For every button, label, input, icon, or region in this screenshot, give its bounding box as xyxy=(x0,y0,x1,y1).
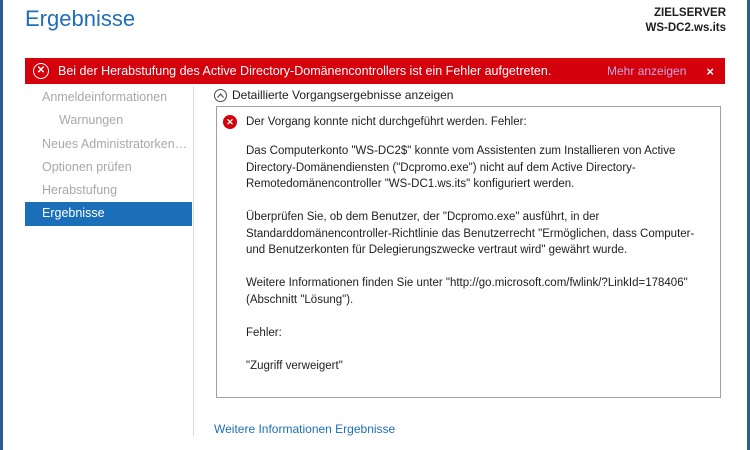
more-info-link[interactable]: Weitere Informationen Ergebnisse xyxy=(214,422,395,436)
error-circle-icon: ✕ xyxy=(33,63,49,79)
result-paragraph: Überprüfen Sie, ob dem Benutzer, der "Dc… xyxy=(246,211,695,256)
nav-item-optionen-pruefen[interactable]: Optionen prüfen xyxy=(25,156,192,179)
target-server-name: WS-DC2.ws.its xyxy=(645,22,726,34)
result-details-box[interactable]: ✕ Der Vorgang konnte nicht durchgeführt … xyxy=(216,106,721,398)
result-headline: Der Vorgang konnte nicht durchgeführt we… xyxy=(246,116,527,128)
error-icon: ✕ xyxy=(223,115,237,129)
result-headline-row: ✕ Der Vorgang konnte nicht durchgeführt … xyxy=(223,114,527,131)
window-frame-left xyxy=(0,0,3,450)
nav-item-neues-administratorkennwort[interactable]: Neues Administratorkenn... xyxy=(25,133,192,156)
details-toggle[interactable]: Detaillierte Vorgangsergebnisse anzeigen xyxy=(214,88,453,102)
result-paragraph: Weitere Informationen finden Sie unter "… xyxy=(246,277,688,306)
nav-item-anmeldeinformationen[interactable]: Anmeldeinformationen xyxy=(25,86,192,109)
result-paragraph: "Zugriff verweigert" xyxy=(246,359,343,372)
page-title: Ergebnisse xyxy=(25,6,136,31)
nav-item-warnungen[interactable]: Warnungen xyxy=(25,109,192,132)
result-text: Das Computerkonto "WS-DC2$" konnte vom A… xyxy=(246,143,716,391)
close-icon[interactable]: × xyxy=(706,64,714,79)
show-more-link[interactable]: Mehr anzeigen xyxy=(607,64,686,78)
target-server: ZIELSERVER WS-DC2.ws.its xyxy=(645,6,726,36)
result-paragraph: Fehler: xyxy=(246,326,282,339)
target-server-label: ZIELSERVER xyxy=(654,7,726,19)
chevron-up-icon xyxy=(214,88,227,102)
nav-item-ergebnisse[interactable]: Ergebnisse xyxy=(25,202,192,226)
banner-message: Bei der Herabstufung des Active Director… xyxy=(58,64,552,78)
wizard-nav: Anmeldeinformationen Warnungen Neues Adm… xyxy=(25,86,192,226)
details-toggle-label: Detaillierte Vorgangsergebnisse anzeigen xyxy=(232,88,454,102)
nav-divider xyxy=(193,86,194,436)
result-paragraph: Das Computerkonto "WS-DC2$" konnte vom A… xyxy=(246,145,676,190)
error-banner: ✕ Bei der Herabstufung des Active Direct… xyxy=(25,58,725,84)
nav-item-herabstufung[interactable]: Herabstufung xyxy=(25,179,192,202)
